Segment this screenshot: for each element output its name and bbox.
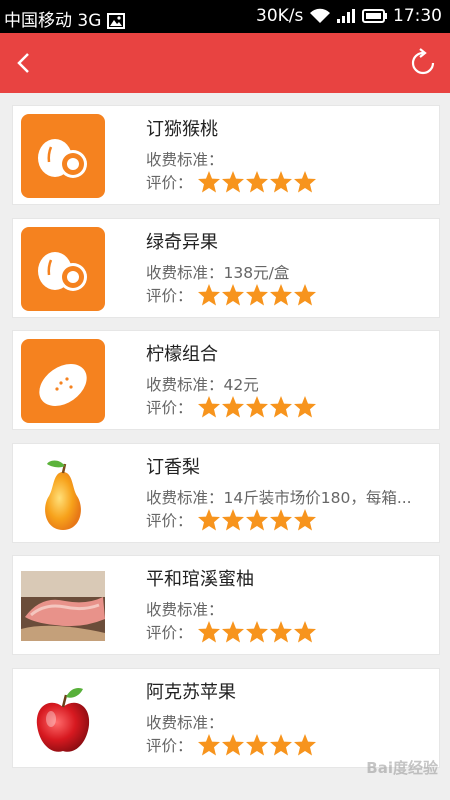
fee-text: 收费标准： <box>146 151 224 169</box>
star-icon <box>197 396 220 418</box>
rating-row: 评价： <box>146 395 317 419</box>
item-name: 订香梨 <box>146 456 200 478</box>
back-button[interactable] <box>8 46 42 80</box>
fee-text: 收费标准：138元/盒 <box>146 263 290 282</box>
item-name: 平和琯溪蜜柚 <box>146 569 254 590</box>
rating-row: 评价： <box>146 620 317 644</box>
fee-text: 收费标准： <box>146 713 224 732</box>
star-icon <box>221 621 244 643</box>
star-icon <box>245 171 268 193</box>
star-icon <box>221 396 244 418</box>
star-icon <box>221 733 244 755</box>
star-icon <box>245 396 268 418</box>
star-icon <box>269 283 292 305</box>
status-bar: 中国移动 3G 30K/s 17:30 <box>0 0 450 33</box>
star-icon <box>293 508 316 530</box>
item-name: 绿奇异果 <box>146 231 218 253</box>
star-icon <box>269 621 292 643</box>
rating-label: 评价： <box>146 736 193 755</box>
chevron-left-icon <box>17 53 29 73</box>
star-icon <box>293 396 316 418</box>
signal-icon <box>337 9 356 23</box>
rating-label: 评价： <box>146 624 193 642</box>
star-rating <box>197 283 317 307</box>
star-icon <box>245 508 268 530</box>
star-rating <box>197 508 317 532</box>
apple-image <box>21 677 105 761</box>
network-speed: 30K/s <box>256 6 304 26</box>
star-icon <box>245 283 268 305</box>
carrier-label: 中国移动 3G <box>4 11 102 31</box>
star-icon <box>245 733 268 755</box>
fee-text: 收费标准：14斤装市场价180，每箱... <box>146 488 412 507</box>
star-icon <box>221 283 244 305</box>
rating-row: 评价： <box>146 170 317 194</box>
pomelo-image <box>21 571 105 641</box>
star-rating <box>197 620 317 644</box>
star-icon <box>293 171 316 193</box>
star-icon <box>221 508 244 530</box>
refresh-icon <box>411 48 435 75</box>
rating-label: 评价： <box>146 286 193 305</box>
list-item[interactable]: 绿奇异果 收费标准：138元/盒 评价： <box>12 217 440 318</box>
item-name: 柠檬组合 <box>146 344 218 365</box>
star-icon <box>245 621 268 643</box>
wifi-icon <box>309 8 330 23</box>
star-rating <box>197 170 317 194</box>
item-name: 订猕猴桃 <box>146 119 218 140</box>
lemon-icon <box>21 339 105 423</box>
kiwi-icon <box>21 114 105 198</box>
rating-label: 评价： <box>146 511 193 530</box>
rating-label: 评价： <box>146 174 193 192</box>
battery-icon <box>361 9 387 23</box>
star-icon <box>269 396 292 418</box>
rating-row: 评价： <box>146 283 317 307</box>
star-icon <box>197 171 220 193</box>
star-icon <box>197 733 220 755</box>
app-bar <box>0 33 450 93</box>
pear-image <box>21 452 105 536</box>
image-notification-icon <box>106 13 125 29</box>
product-list: 订猕猴桃 收费标准： 评价： 绿奇异果 收费标准：138元/盒 评价： 柠檬组合… <box>12 105 440 780</box>
star-icon <box>197 283 220 305</box>
star-icon <box>197 508 220 530</box>
fee-text: 收费标准： <box>146 601 224 619</box>
star-rating <box>197 733 317 757</box>
rating-row: 评价： <box>146 508 317 532</box>
rating-label: 评价： <box>146 399 193 417</box>
star-icon <box>269 508 292 530</box>
list-item[interactable]: 阿克苏苹果 收费标准： 评价： <box>12 667 440 768</box>
list-item[interactable]: 柠檬组合 收费标准：42元 评价： <box>12 330 440 430</box>
list-item[interactable]: 订香梨 收费标准：14斤装市场价180，每箱... 评价： <box>12 442 440 543</box>
star-icon <box>221 171 244 193</box>
item-name: 阿克苏苹果 <box>146 681 236 703</box>
refresh-button[interactable] <box>406 46 440 80</box>
star-icon <box>197 621 220 643</box>
clock: 17:30 <box>393 6 442 26</box>
star-rating <box>197 395 317 419</box>
star-icon <box>293 621 316 643</box>
list-item[interactable]: 平和琯溪蜜柚 收费标准： 评价： <box>12 555 440 655</box>
watermark: Bai度经验 <box>366 759 438 777</box>
list-item[interactable]: 订猕猴桃 收费标准： 评价： <box>12 105 440 205</box>
star-icon <box>269 733 292 755</box>
star-icon <box>269 171 292 193</box>
star-icon <box>293 283 316 305</box>
star-icon <box>293 733 316 755</box>
kiwi-icon <box>21 226 105 311</box>
rating-row: 评价： <box>146 733 317 757</box>
fee-text: 收费标准：42元 <box>146 376 259 394</box>
